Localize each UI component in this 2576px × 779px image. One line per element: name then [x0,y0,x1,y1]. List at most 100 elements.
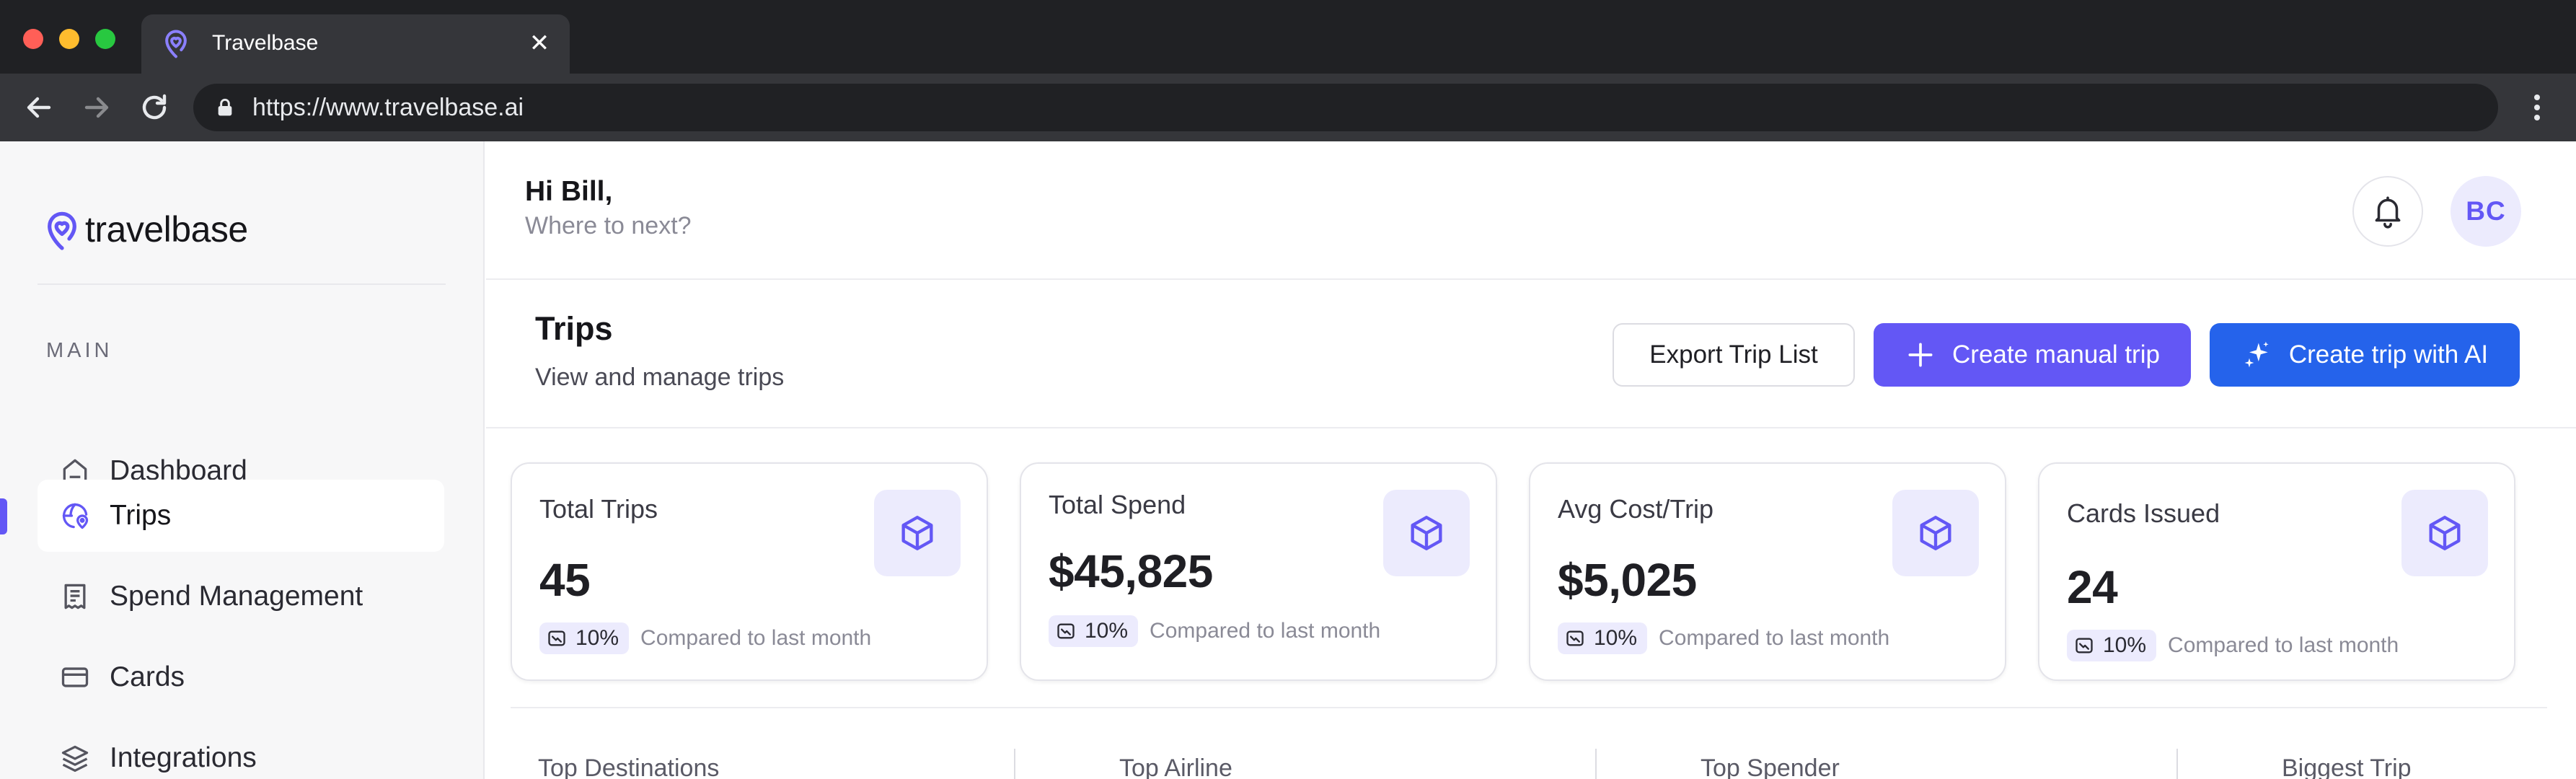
forward-arrow-icon[interactable] [79,90,114,125]
sidebar-divider [38,283,446,285]
header-divider [486,278,2576,280]
trend-icon [1057,623,1075,639]
credit-card-icon [61,667,89,687]
trend-icon [548,630,565,646]
bell-icon [2375,196,2401,229]
sidebar-item-label: Spend Management [110,581,363,612]
sidebar-item-label: Integrations [110,742,257,773]
compare-text: Compared to last month [640,626,872,650]
export-trip-list-button[interactable]: Export Trip List [1613,323,1855,387]
trend-icon [2076,638,2093,653]
section-divider [511,707,2547,708]
ai-button-label: Create trip with AI [2288,340,2489,369]
stat-icon-box [1383,490,1470,576]
tab-close-icon[interactable]: ✕ [524,27,555,59]
change-value: 10% [1085,619,1129,643]
logo-text: travelbase [85,209,248,250]
sidebar-item-label: Cards [110,661,185,692]
stat-icon-box [1892,490,1979,576]
sidebar: travelbase MAIN Dashboard Trips Spend Ma… [0,141,485,779]
page-title: Trips [535,310,613,347]
sidebar-item-label: Trips [110,500,172,531]
stat-label: Avg Cost/Trip [1558,494,1714,524]
back-arrow-icon[interactable] [22,90,56,125]
sparkles-icon [2244,341,2269,368]
sidebar-section-label: MAIN [46,339,113,362]
layers-icon [61,745,89,773]
window-maximize-button[interactable] [95,29,115,49]
cube-icon [1411,516,1442,550]
column-separator [1014,749,1015,779]
biggest-trip-heading: Biggest Trip [2282,754,2412,779]
stat-value: $45,825 [1049,545,1213,597]
stat-label: Cards Issued [2067,498,2220,528]
active-nav-indicator [0,498,7,534]
user-avatar[interactable]: BC [2451,176,2521,247]
sidebar-item-spend-management[interactable]: Spend Management [38,560,444,633]
globe-pin-icon [62,503,89,529]
page-subtitle: View and manage trips [535,364,785,391]
trend-icon [1566,630,1584,646]
section-divider [486,427,2576,428]
stat-compare: 10% Compared to last month [539,622,871,654]
column-separator [1595,749,1597,779]
sidebar-item-trips[interactable]: Trips [38,480,444,552]
stat-compare: 10% Compared to last month [1558,622,1889,654]
sidebar-item-integrations[interactable]: Integrations [38,722,444,779]
compare-text: Compared to last month [1659,626,1890,650]
stat-card-avg-cost: Avg Cost/Trip $5,025 10% Compared to las… [1529,462,2006,681]
travelbase-favicon-icon [165,30,187,58]
manual-button-label: Create manual trip [1952,340,2160,369]
stat-value: 24 [2067,561,2118,613]
stat-icon-box [2401,490,2488,576]
receipt-icon [64,584,86,609]
top-spender-heading: Top Spender [1701,754,1840,779]
change-badge: 10% [539,622,630,654]
top-destinations-heading: Top Destinations [538,754,720,779]
lock-icon [218,98,232,116]
greeting-subtitle: Where to next? [525,212,692,239]
change-value: 10% [2103,633,2147,657]
plus-icon [1908,343,1933,367]
window-minimize-button[interactable] [59,29,79,49]
browser-tab[interactable]: Travelbase ✕ [141,14,570,74]
browser-tab-strip: Travelbase ✕ [0,0,2576,74]
sidebar-item-cards[interactable]: Cards [38,641,444,713]
stat-card-total-spend: Total Spend $45,825 10% Compared to last… [1020,462,1497,681]
top-airline-heading: Top Airline [1119,754,1232,779]
address-bar[interactable]: https://www.travelbase.ai [193,84,2498,131]
change-value: 10% [575,626,619,650]
reload-icon[interactable] [137,90,172,125]
create-trip-with-ai-button[interactable]: Create trip with AI [2210,323,2520,387]
url-text: https://www.travelbase.ai [252,94,524,121]
stat-value: 45 [539,554,591,606]
greeting-title: Hi Bill, [525,176,613,207]
stat-compare: 10% Compared to last month [2067,630,2399,661]
cube-icon [2429,516,2461,550]
compare-text: Compared to last month [2168,633,2399,657]
change-badge: 10% [1558,622,1648,654]
main-content: Hi Bill, Where to next? BC Trips View an… [486,141,2576,779]
travelbase-logo[interactable]: travelbase [43,206,248,252]
export-button-label: Export Trip List [1649,340,1818,369]
stat-card-total-trips: Total Trips 45 10% Compared to last mont… [511,462,988,681]
change-badge: 10% [1049,615,1139,647]
change-badge: 10% [2067,630,2157,661]
travelbase-logo-icon [48,211,76,250]
create-manual-trip-button[interactable]: Create manual trip [1874,323,2191,387]
change-value: 10% [1594,626,1638,650]
stat-card-cards-issued: Cards Issued 24 10% Compared to last mon… [2038,462,2515,681]
stat-value: $5,025 [1558,554,1697,606]
compare-text: Compared to last month [1150,619,1381,643]
stat-label: Total Spend [1049,490,1186,519]
more-vertical-icon[interactable] [2520,90,2554,125]
window-close-button[interactable] [23,29,43,49]
column-separator [2176,749,2178,779]
browser-toolbar: https://www.travelbase.ai [0,74,2576,141]
stat-icon-box [874,490,961,576]
stat-compare: 10% Compared to last month [1049,615,1380,647]
cube-icon [901,516,933,550]
browser-tab-title: Travelbase [212,31,319,55]
notifications-button[interactable] [2352,176,2423,247]
stat-label: Total Trips [539,494,658,524]
